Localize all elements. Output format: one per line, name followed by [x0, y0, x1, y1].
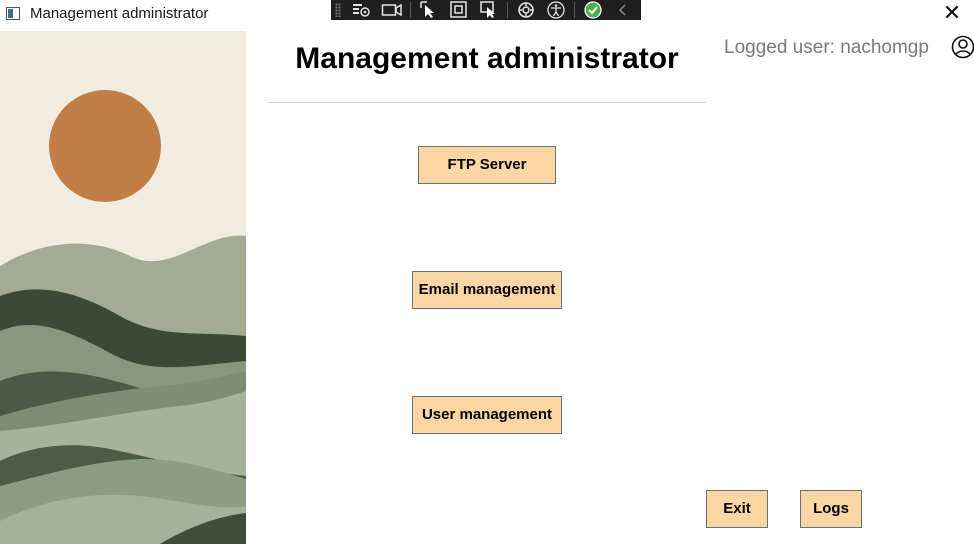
toolbar-separator	[574, 2, 575, 18]
logs-button[interactable]: Logs	[800, 490, 862, 528]
toolbar-grip-icon[interactable]	[335, 3, 341, 17]
landscape-illustration	[0, 31, 246, 544]
title-bar: Management administrator ✕	[0, 0, 974, 31]
logged-user-label: Logged user: nachomgp	[724, 37, 929, 58]
hot-reload-icon[interactable]	[514, 1, 538, 19]
user-management-button[interactable]: User management	[412, 396, 562, 434]
checkmark-status-icon[interactable]	[581, 1, 605, 19]
collapse-toolbar-icon[interactable]	[611, 1, 635, 19]
user-circle-icon[interactable]	[951, 34, 974, 60]
live-visual-tree-icon[interactable]	[350, 1, 374, 19]
debug-toolbar	[331, 0, 641, 20]
accessibility-icon[interactable]	[544, 1, 568, 19]
toolbar-separator	[507, 2, 508, 18]
window-title: Management administrator	[30, 5, 209, 22]
exit-button[interactable]: Exit	[706, 490, 768, 528]
title-divider	[268, 102, 706, 103]
ftp-server-button[interactable]: FTP Server	[418, 146, 556, 184]
landscape-image	[0, 31, 246, 544]
display-layout-adorners-icon[interactable]	[447, 1, 471, 19]
select-element-icon[interactable]	[417, 1, 441, 19]
main-window: Management administrator ✕ Management ad…	[0, 0, 974, 544]
track-focus-icon[interactable]	[477, 1, 501, 19]
toolbar-separator	[410, 2, 411, 18]
record-icon[interactable]	[380, 1, 404, 19]
email-management-button[interactable]: Email management	[412, 271, 562, 309]
close-icon[interactable]: ✕	[940, 2, 964, 26]
app-icon	[6, 7, 20, 20]
page-title: Management administrator	[295, 42, 679, 75]
